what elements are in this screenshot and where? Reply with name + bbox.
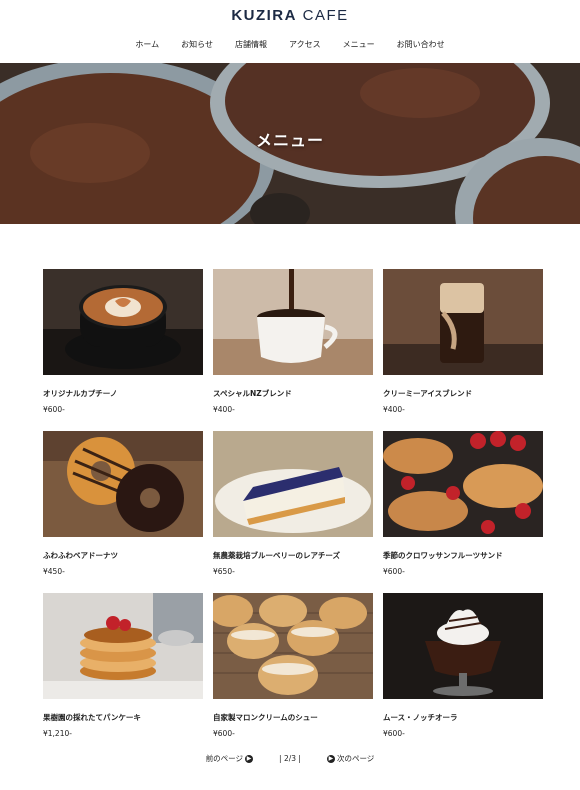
menu-item-name: 季節のクロワッサンフルーツサンド bbox=[383, 551, 503, 560]
menu-item-name: 果樹園の採れたてパンケーキ bbox=[43, 713, 141, 722]
menu-item-price: ¥600- bbox=[383, 567, 405, 576]
menu-item-price: ¥1,210- bbox=[43, 729, 72, 738]
menu-item-name: 自家製マロンクリームのシュー bbox=[213, 713, 318, 722]
menu-card[interactable]: 無農薬栽培ブルーベリーのレアチーズ ¥650- bbox=[213, 431, 373, 593]
menu-card[interactable]: 自家製マロンクリームのシュー ¥600- bbox=[213, 593, 373, 755]
menu-item-price: ¥650- bbox=[213, 567, 235, 576]
menu-card[interactable]: 果樹園の採れたてパンケーキ ¥1,210- bbox=[43, 593, 203, 755]
menu-item-price: ¥400- bbox=[383, 405, 405, 414]
cappuccino-photo bbox=[43, 269, 203, 375]
nav-home[interactable]: ホーム bbox=[135, 39, 159, 50]
menu-item-price: ¥450- bbox=[43, 567, 65, 576]
menu-card[interactable]: オリジナルカプチーノ ¥600- bbox=[43, 269, 203, 431]
menu-item-name: 無農薬栽培ブルーベリーのレアチーズ bbox=[213, 551, 340, 560]
menu-card[interactable]: 季節のクロワッサンフルーツサンド ¥600- bbox=[383, 431, 543, 593]
page-indicator: | 2/3 | bbox=[279, 754, 301, 763]
menu-item-name: スペシャルNZブレンド bbox=[213, 389, 292, 398]
croissant-sandwich-photo bbox=[383, 431, 543, 537]
mousse-photo bbox=[383, 593, 543, 699]
pagination: 前のページ ▶ | 2/3 | ▶ 次のページ bbox=[0, 753, 580, 764]
arrow-right-icon: ▶ bbox=[326, 754, 335, 763]
menu-item-name: ムース・ノッチオーラ bbox=[383, 713, 458, 722]
menu-card[interactable]: ムース・ノッチオーラ ¥600- bbox=[383, 593, 543, 755]
menu-item-name: ふわふわベアドーナツ bbox=[43, 551, 118, 560]
cream-puff-photo bbox=[213, 593, 373, 699]
nav-access[interactable]: アクセス bbox=[289, 39, 321, 50]
menu-item-price: ¥600- bbox=[213, 729, 235, 738]
menu-item-price: ¥600- bbox=[383, 729, 405, 738]
cheesecake-photo bbox=[213, 431, 373, 537]
blend-coffee-photo bbox=[213, 269, 373, 375]
menu-grid: オリジナルカプチーノ ¥600- スペシャルNZブレンド ¥400- クリーミー… bbox=[43, 269, 543, 755]
menu-item-price: ¥600- bbox=[43, 405, 65, 414]
main-nav: ホーム お知らせ 店舗情報 アクセス メニュー お問い合わせ bbox=[0, 39, 580, 50]
menu-item-price: ¥400- bbox=[213, 405, 235, 414]
menu-card[interactable]: スペシャルNZブレンド ¥400- bbox=[213, 269, 373, 431]
next-page-link[interactable]: ▶ 次のページ bbox=[326, 753, 375, 764]
menu-item-name: クリーミーアイスブレンド bbox=[383, 389, 473, 398]
donut-photo bbox=[43, 431, 203, 537]
menu-card[interactable]: クリーミーアイスブレンド ¥400- bbox=[383, 269, 543, 431]
pancake-photo bbox=[43, 593, 203, 699]
arrow-right-icon: ▶ bbox=[245, 754, 254, 763]
site-logo[interactable]: KUZIRA CAFE bbox=[0, 7, 580, 24]
nav-contact[interactable]: お問い合わせ bbox=[397, 39, 445, 50]
iced-coffee-photo bbox=[383, 269, 543, 375]
menu-card[interactable]: ふわふわベアドーナツ ¥450- bbox=[43, 431, 203, 593]
hero-banner: メニュー bbox=[0, 63, 580, 224]
prev-page-link[interactable]: 前のページ ▶ bbox=[205, 753, 254, 764]
page-title: メニュー bbox=[255, 131, 324, 150]
next-page-label: 次のページ bbox=[336, 754, 375, 763]
nav-menu[interactable]: メニュー bbox=[343, 39, 375, 50]
nav-store-info[interactable]: 店舗情報 bbox=[235, 39, 267, 50]
site-header: KUZIRA CAFE ホーム お知らせ 店舗情報 アクセス メニュー お問い合… bbox=[0, 0, 580, 63]
menu-item-name: オリジナルカプチーノ bbox=[43, 389, 118, 398]
nav-news[interactable]: お知らせ bbox=[181, 39, 213, 50]
prev-page-label: 前のページ bbox=[205, 754, 244, 763]
